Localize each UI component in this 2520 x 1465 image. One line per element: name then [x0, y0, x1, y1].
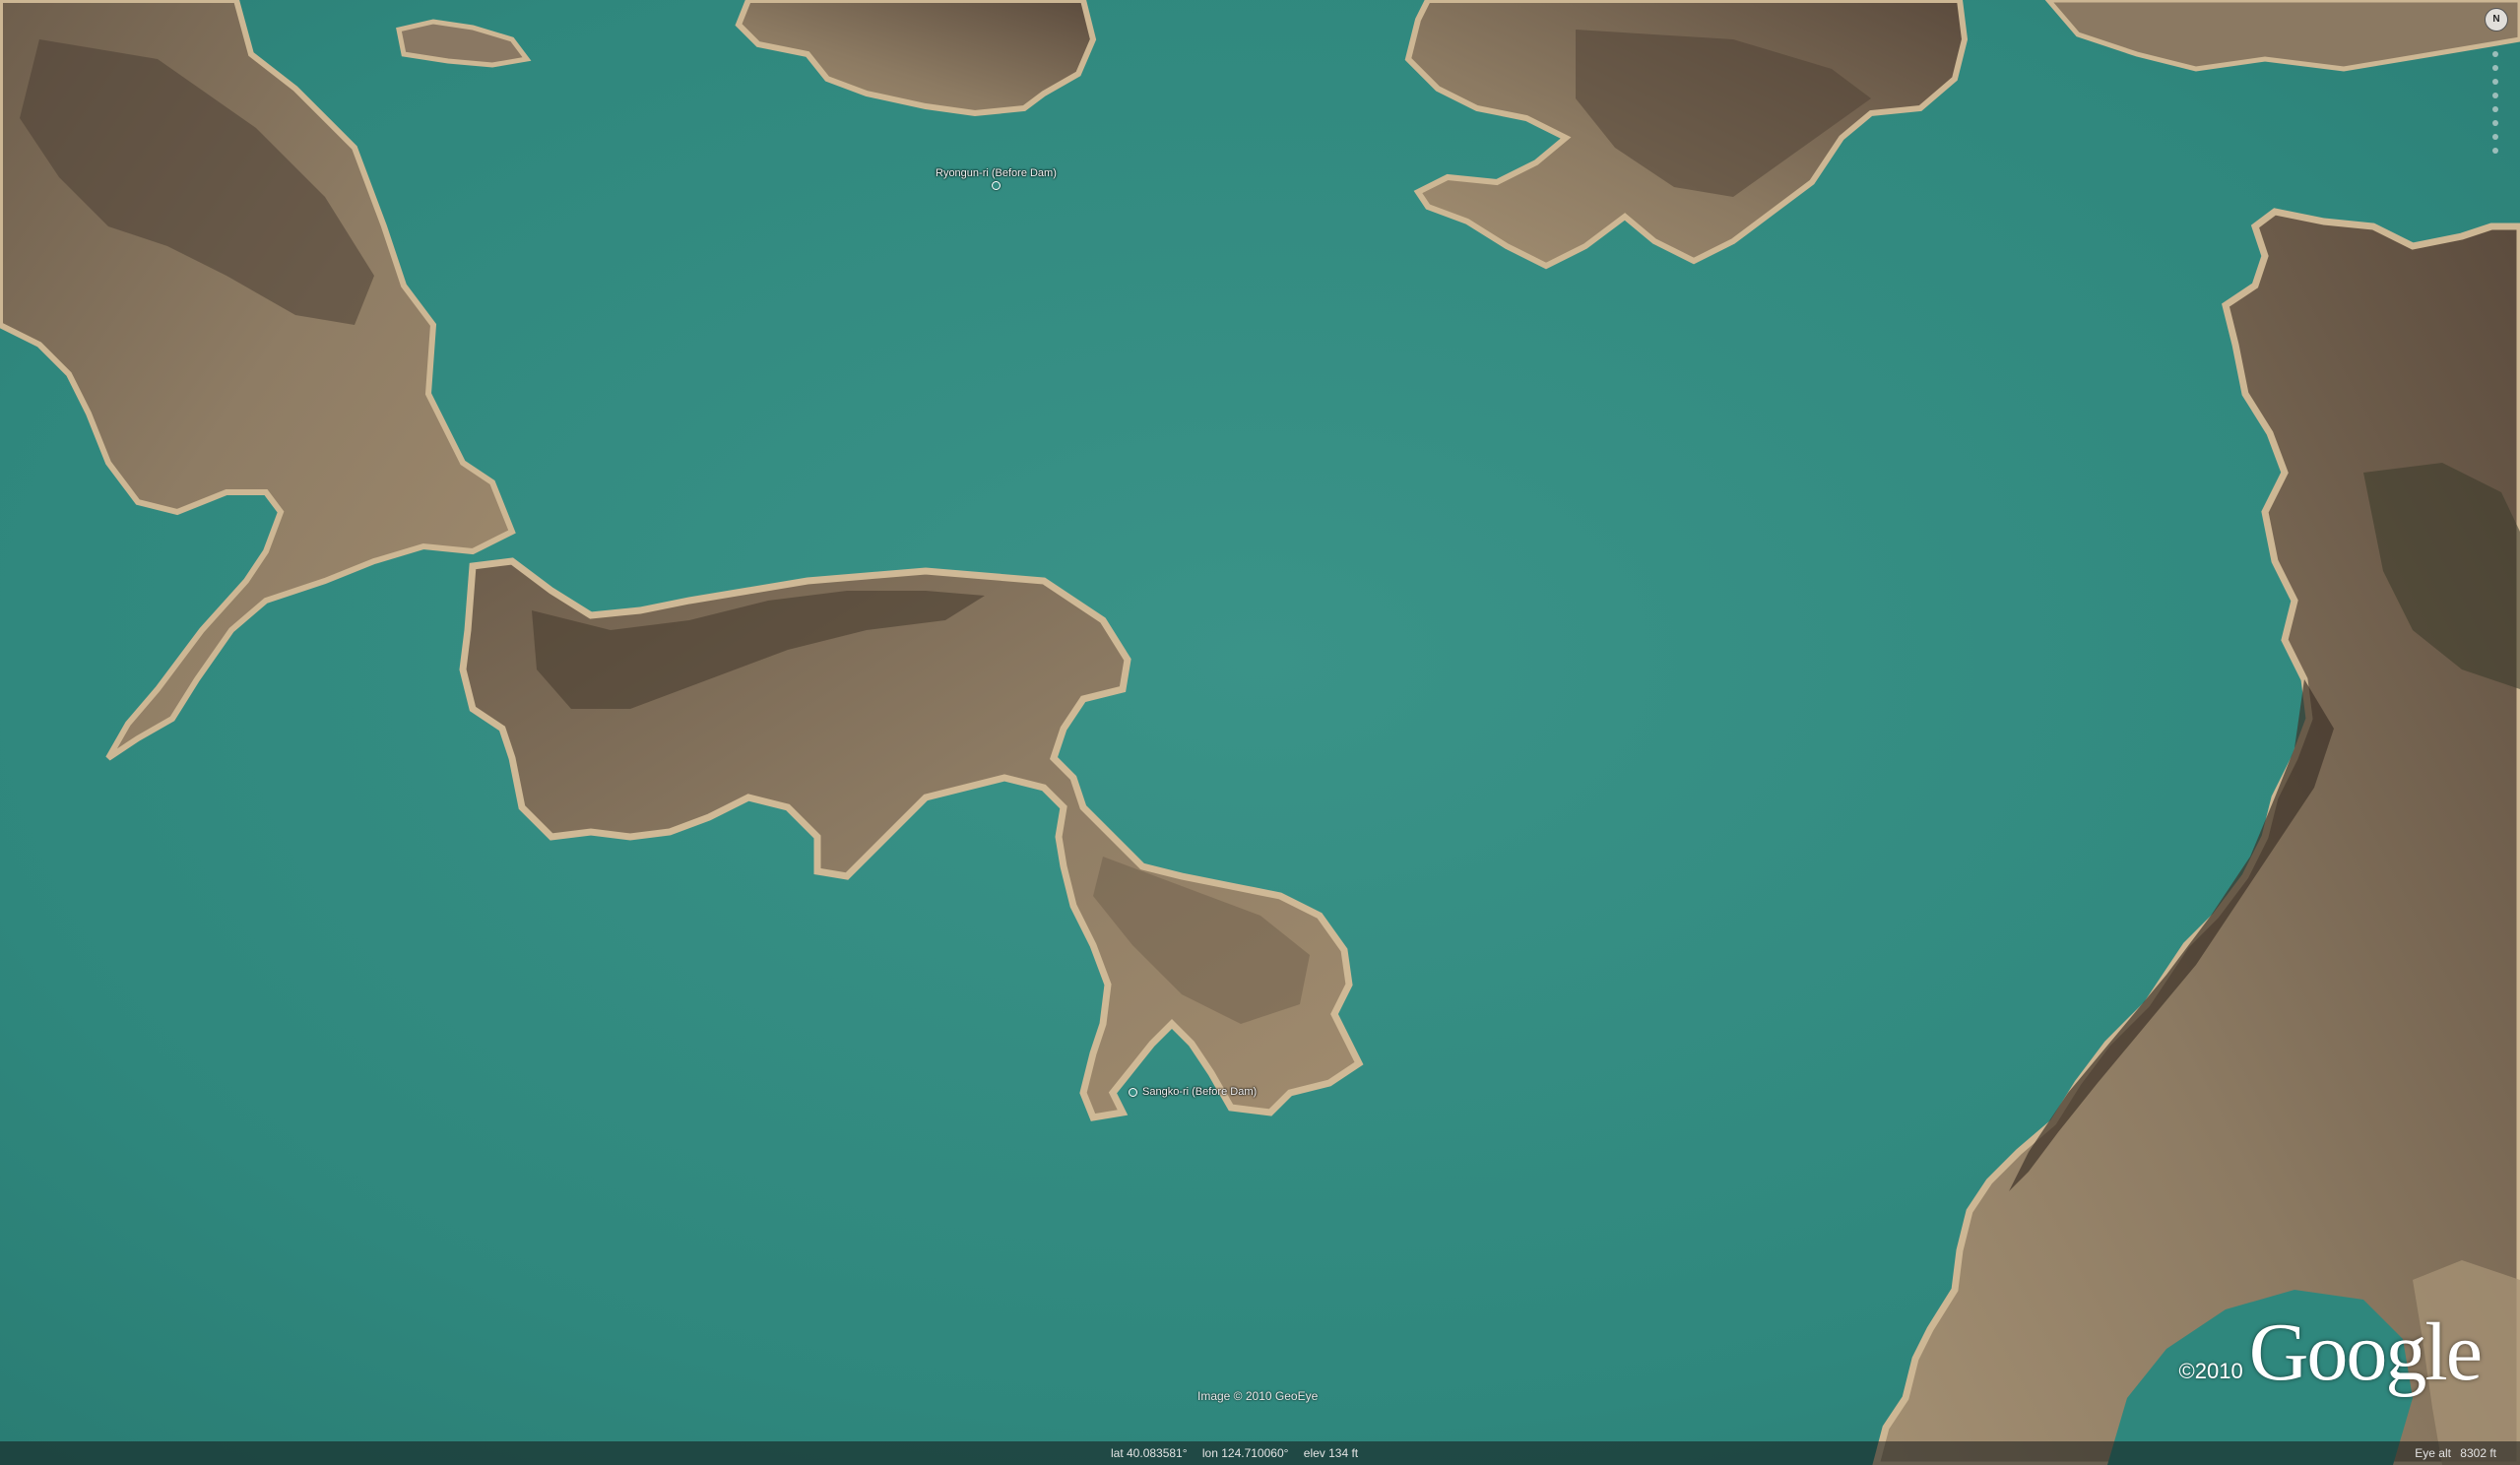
zoom-tick-icon — [2492, 93, 2498, 98]
google-logo: Google — [2248, 1306, 2483, 1398]
placemark-label: Ryongun-ri (Before Dam) — [936, 167, 1057, 179]
zoom-tick-icon — [2492, 120, 2498, 126]
imagery-credit: Image © 2010 GeoEye — [1197, 1389, 1319, 1403]
placemark-icon[interactable] — [1129, 1087, 1137, 1097]
zoom-tick-icon — [2492, 134, 2498, 140]
placemark-icon[interactable] — [991, 181, 1001, 190]
compass-letter: N — [2492, 14, 2500, 25]
zoom-tick-icon — [2492, 106, 2498, 112]
elevation-readout: elev 134 ft — [1303, 1446, 1359, 1460]
satellite-terrain — [0, 0, 2520, 1465]
placemark-label: Sangko-ri (Before Dam) — [1142, 1086, 1258, 1098]
placemark-ryongun-ri[interactable]: Ryongun-ri (Before Dam) — [936, 167, 1057, 190]
zoom-tick-icon — [2492, 148, 2498, 154]
eye-altitude: Eye alt 8302 ft — [2409, 1446, 2496, 1460]
brand-copyright-year: ©2010 — [2178, 1359, 2243, 1383]
longitude-readout: lon 124.710060° — [1201, 1446, 1289, 1460]
zoom-tick-icon — [2492, 51, 2498, 57]
map-viewport[interactable]: Ryongun-ri (Before Dam) Sangko-ri (Befor… — [0, 0, 2520, 1465]
zoom-tick-icon — [2492, 65, 2498, 71]
eye-altitude-label: Eye alt — [2415, 1446, 2451, 1460]
status-bar: lat 40.083581° lon 124.710060° elev 134 … — [0, 1441, 2520, 1465]
google-brand: ©2010 Google — [2178, 1306, 2483, 1398]
placemark-sangko-ri[interactable]: Sangko-ri (Before Dam) — [1129, 1086, 1257, 1098]
compass-north-icon[interactable]: N — [2485, 8, 2508, 32]
latitude-readout: lat 40.083581° — [1111, 1446, 1188, 1460]
eye-altitude-value: 8302 ft — [2460, 1446, 2496, 1460]
zoom-slider[interactable] — [2490, 43, 2500, 260]
zoom-tick-icon — [2492, 79, 2498, 85]
coordinate-readout: lat 40.083581° lon 124.710060° elev 134 … — [1111, 1446, 1370, 1460]
